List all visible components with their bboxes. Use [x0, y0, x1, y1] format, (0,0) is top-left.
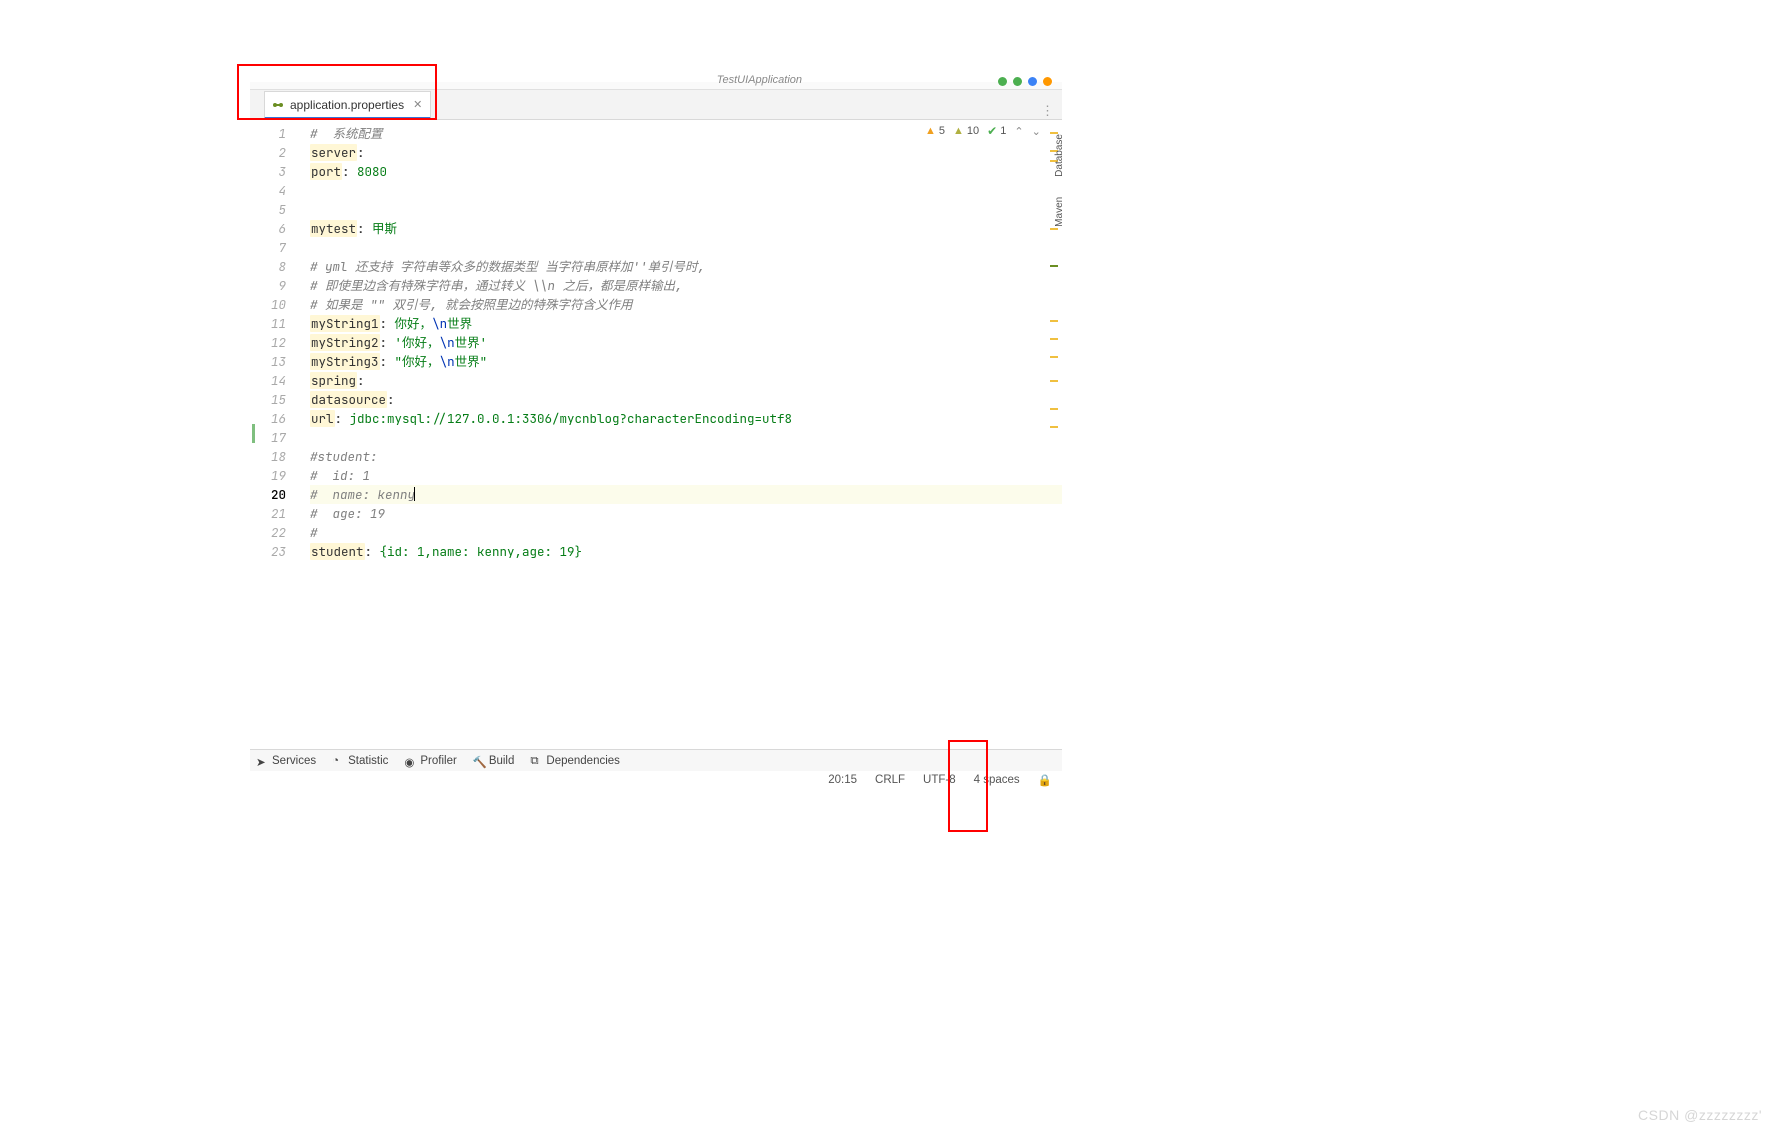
right-tool-2[interactable]: Database — [1054, 130, 1068, 181]
dependencies-icon: ⧉ — [530, 755, 542, 767]
top-toolbar-fragment: TestUIApplication — [250, 82, 1062, 90]
weak-warning-indicator[interactable]: ▲10 — [953, 125, 979, 137]
vcs-change-bar — [252, 424, 255, 443]
editor-tab-bar: application.properties ✕ ⋮ — [250, 90, 1062, 120]
profiler-icon: ◉ — [404, 755, 416, 767]
code-line-19[interactable]: # id: 1 — [310, 466, 1062, 485]
inspection-next-icon[interactable]: ⌄ — [1032, 125, 1041, 138]
warning-indicator[interactable]: ▲5 — [925, 125, 945, 137]
right-tool-stripe: Maven Database — [1054, 130, 1068, 231]
code-line-22[interactable]: # — [310, 523, 1062, 542]
code-line-15[interactable]: datasource: — [310, 390, 1062, 409]
code-line-12[interactable]: myString2: '你好，\n世界' — [310, 333, 1062, 352]
status-indent[interactable]: 4 spaces — [970, 774, 1024, 786]
tab-filename: application.properties — [290, 98, 404, 112]
status-caret-position[interactable]: 20:15 — [824, 774, 861, 786]
code-line-5[interactable] — [310, 200, 1062, 219]
code-line-14[interactable]: spring: — [310, 371, 1062, 390]
run-icon[interactable] — [998, 77, 1007, 86]
typo-icon: ✔ — [987, 124, 997, 138]
watermark: CSDN @zzzzzzzz' — [1638, 1107, 1762, 1123]
inspection-prev-icon[interactable]: ⌃ — [1014, 125, 1023, 138]
code-line-10[interactable]: # 如果是 "" 双引号, 就会按照里边的特殊字符含义作用 — [310, 295, 1062, 314]
inspection-summary[interactable]: ▲5 ▲10 ✔1 ⌃ ⌄ — [925, 124, 1041, 138]
services-tool-button[interactable]: ➤ Services — [256, 755, 316, 767]
typo-indicator[interactable]: ✔1 — [987, 124, 1006, 138]
code-line-23[interactable]: student: {id: 1,name: kenny,age: 19} — [310, 542, 1062, 561]
weak-warning-icon: ▲ — [953, 125, 964, 137]
bottom-tool-stripe: ➤ Services ◔ Statistic ◉ Profiler 🔨 Buil… — [250, 749, 1062, 771]
code-line-8[interactable]: # yml 还支持 字符串等众多的数据类型 当字符串原样加''单引号时, — [310, 257, 1062, 276]
code-line-20[interactable]: # name: kenny — [310, 485, 1062, 504]
build-icon: 🔨 — [473, 755, 485, 767]
toolbar-action-icons — [998, 77, 1052, 86]
status-encoding[interactable]: UTF-8 — [919, 774, 960, 786]
code-line-13[interactable]: myString3: "你好，\n世界" — [310, 352, 1062, 371]
code-editor[interactable]: 1234567891011121314151617181920212223 # … — [250, 120, 1062, 750]
code-line-6[interactable]: mytest: 甲斯 — [310, 219, 1062, 238]
build-tool-button[interactable]: 🔨 Build — [473, 755, 515, 767]
code-line-18[interactable]: #student: — [310, 447, 1062, 466]
code-line-7[interactable] — [310, 238, 1062, 257]
fold-bar — [294, 120, 302, 750]
code-line-3[interactable]: port: 8080 — [310, 162, 1062, 181]
dependencies-tool-button[interactable]: ⧉ Dependencies — [530, 755, 620, 767]
services-icon: ➤ — [256, 755, 268, 767]
editor-tab-active[interactable]: application.properties ✕ — [264, 91, 431, 119]
code-line-4[interactable] — [310, 181, 1062, 200]
code-line-16[interactable]: url: jdbc:mysql://127.0.0.1:3306/mycnblo… — [310, 409, 1062, 428]
code-line-21[interactable]: # age: 19 — [310, 504, 1062, 523]
code-line-2[interactable]: server: — [310, 143, 1062, 162]
line-number-gutter: 1234567891011121314151617181920212223 — [250, 120, 294, 750]
code-line-9[interactable]: # 即使里边含有特殊字符串，通过转义 \\n 之后，都是原样输出, — [310, 276, 1062, 295]
warning-icon: ▲ — [925, 125, 936, 137]
tab-bar-more-icon[interactable]: ⋮ — [1041, 103, 1062, 119]
run-config-label: TestUIApplication — [717, 74, 802, 86]
coverage-icon[interactable] — [1028, 77, 1037, 86]
statistic-tool-button[interactable]: ◔ Statistic — [332, 755, 388, 767]
stop-icon[interactable] — [1043, 77, 1052, 86]
code-line-11[interactable]: myString1: 你好，\n世界 — [310, 314, 1062, 333]
debug-icon[interactable] — [1013, 77, 1022, 86]
status-bar: 20:15 CRLF UTF-8 4 spaces 🔒 — [250, 771, 1062, 789]
profiler-tool-button[interactable]: ◉ Profiler — [404, 755, 456, 767]
statistic-icon: ◔ — [332, 755, 344, 767]
tab-close-icon[interactable]: ✕ — [413, 98, 422, 111]
properties-file-icon — [271, 98, 285, 112]
right-tool-1[interactable]: Maven — [1054, 193, 1068, 231]
code-line-17[interactable] — [310, 428, 1062, 447]
code-content[interactable]: # 系统配置server: port: 8080 mytest: 甲斯 # ym… — [302, 120, 1062, 750]
readonly-lock-icon[interactable]: 🔒 — [1034, 773, 1056, 787]
status-line-separator[interactable]: CRLF — [871, 774, 909, 786]
